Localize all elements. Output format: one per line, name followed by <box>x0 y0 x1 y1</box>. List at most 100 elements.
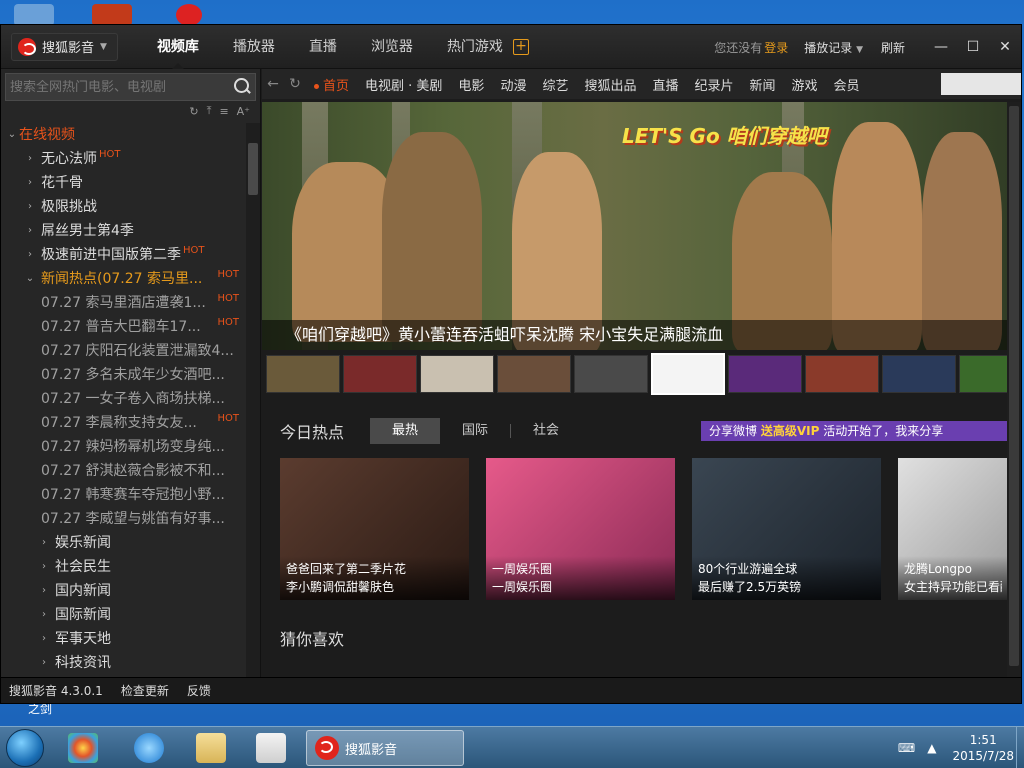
app-menu-button[interactable]: 搜狐影音 ▼ <box>11 32 118 61</box>
refresh-button[interactable]: 刷新 <box>881 39 905 56</box>
tree-item-news-hot[interactable]: ⌄ 新闻热点(07.27 索马里... HOT <box>1 267 245 291</box>
desktop-icon-computer[interactable] <box>14 4 54 26</box>
tree-item-label: 屌丝男士第4季 <box>41 223 134 239</box>
news-item[interactable]: 07.27 韩寒赛车夺冠抱小野... <box>1 483 245 507</box>
show-desktop-button[interactable] <box>1016 727 1024 768</box>
back-arrow-icon[interactable]: ← <box>262 76 284 92</box>
hot-tab-international[interactable]: 国际 <box>440 418 510 444</box>
scrollbar-thumb[interactable] <box>248 143 258 195</box>
login-link[interactable]: 登录 <box>764 39 788 56</box>
keyboard-icon[interactable]: ⌨ <box>898 741 915 755</box>
maximize-icon[interactable]: ☐ <box>957 39 989 55</box>
video-card[interactable]: 龙腾Longpo 女主持异功能已看醉 <box>898 458 1008 600</box>
nav-tv-series[interactable]: 电视剧 · 美剧 <box>357 75 450 94</box>
tab-browser[interactable]: 浏览器 <box>354 25 430 69</box>
news-item[interactable]: 07.27 多名未成年少女酒吧... <box>1 363 245 387</box>
sort-icon[interactable]: ≡ <box>219 105 228 118</box>
hero-thumbnail-active[interactable] <box>651 353 725 395</box>
news-item[interactable]: 07.27 辣妈杨幂机场变身纯... <box>1 435 245 459</box>
video-card[interactable]: 一周娱乐圈 一周娱乐圈 <box>486 458 675 600</box>
nav-live[interactable]: 直播 <box>644 75 686 94</box>
news-item[interactable]: 07.27 索马里酒店遭袭1... HOT <box>1 291 245 315</box>
tray-expand-icon[interactable]: ▲ <box>927 741 936 755</box>
taskbar-icon-explorer[interactable] <box>196 733 226 763</box>
video-card[interactable]: 80个行业游遍全球 最后赚了2.5万英镑 <box>692 458 881 600</box>
news-item[interactable]: 07.27 一女子卷入商场扶梯... <box>1 387 245 411</box>
desktop-icon-game[interactable] <box>92 4 132 26</box>
tree-root-online-video[interactable]: ⌄ 在线视频 <box>1 123 245 147</box>
taskbar-task-sohu[interactable]: 搜狐影音 <box>306 730 464 766</box>
clock[interactable]: 1:51 2015/7/28 <box>952 732 1014 764</box>
nav-anime[interactable]: 动漫 <box>492 75 534 94</box>
video-card-caption: 爸爸回来了第二季片花 李小鹏调侃甜馨肤色 <box>280 556 469 600</box>
nav-news[interactable]: 新闻 <box>742 75 784 94</box>
search-input[interactable] <box>6 79 229 95</box>
hero-thumbnail[interactable] <box>805 355 879 393</box>
font-size-icon[interactable]: A⁺ <box>237 105 250 118</box>
tab-live[interactable]: 直播 <box>292 25 354 69</box>
nav-sohu-originals[interactable]: 搜狐出品 <box>576 75 644 94</box>
hero-thumbnail[interactable] <box>728 355 802 393</box>
desktop-icon-sohu[interactable] <box>176 4 202 26</box>
tree-item[interactable]: › 极速前进中国版第二季 HOT <box>1 243 245 267</box>
hot-tab-society[interactable]: 社会 <box>511 418 581 444</box>
reload-icon[interactable]: ↻ <box>189 105 198 118</box>
tree-item[interactable]: › 极限挑战 <box>1 195 245 219</box>
nav-games[interactable]: 游戏 <box>784 75 826 94</box>
hero-thumbnail[interactable] <box>343 355 417 393</box>
news-item[interactable]: 07.27 李威望与姚笛有好事... <box>1 507 245 531</box>
hero-banner[interactable]: LET'S Go 咱们穿越吧 《咱们穿越吧》黄小蕾连吞活蛆吓呆沈腾 宋小宝失足满… <box>262 102 1021 350</box>
reload-icon[interactable]: ↻ <box>284 76 306 92</box>
history-menu[interactable]: 播放记录 ▼ <box>804 39 863 56</box>
nav-movies[interactable]: 电影 <box>450 75 492 94</box>
minimize-icon[interactable]: — <box>925 39 957 55</box>
news-item[interactable]: 07.27 庆阳石化装置泄漏致4... <box>1 339 245 363</box>
video-card[interactable]: 爸爸回来了第二季片花 李小鹏调侃甜馨肤色 <box>280 458 469 600</box>
taskbar-task-label: 搜狐影音 <box>345 742 398 758</box>
hero-thumbnail[interactable] <box>266 355 340 393</box>
hero-thumbnail[interactable] <box>420 355 494 393</box>
sub-category-item[interactable]: › 国内新闻 <box>1 579 245 603</box>
check-update-link[interactable]: 检查更新 <box>121 682 169 699</box>
sidebar-scrollbar[interactable] <box>246 123 260 679</box>
nav-vip[interactable]: 会员 <box>826 75 868 94</box>
tab-hot-games[interactable]: 热门游戏 <box>430 25 507 69</box>
tree-item[interactable]: › 屌丝男士第4季 <box>1 219 245 243</box>
top-icon[interactable]: ⤒ <box>207 104 212 118</box>
promo-banner[interactable]: 分享微博 送高级VIP 活动开始了，我来分享 <box>701 421 1021 441</box>
sub-category-item[interactable]: › 娱乐新闻 <box>1 531 245 555</box>
tab-player[interactable]: 播放器 <box>216 25 292 69</box>
news-item[interactable]: 07.27 普吉大巴翻车17... HOT <box>1 315 245 339</box>
hero-thumbnail[interactable] <box>574 355 648 393</box>
scrollbar-thumb[interactable] <box>1009 106 1019 666</box>
search-icon[interactable] <box>229 74 255 100</box>
tab-video-library[interactable]: 视频库 <box>140 25 216 69</box>
hot-tab-hottest[interactable]: 最热 <box>370 418 441 444</box>
taskbar-icon-ie[interactable] <box>134 733 164 763</box>
sub-category-item[interactable]: › 科技资讯 <box>1 651 245 675</box>
hero-thumbnail[interactable] <box>497 355 571 393</box>
news-item-label: 07.27 舒淇赵薇合影被不和... <box>41 463 225 479</box>
nav-variety[interactable]: 综艺 <box>534 75 576 94</box>
close-icon[interactable]: ✕ <box>989 39 1021 55</box>
taskbar-icon-media[interactable] <box>256 733 286 763</box>
hero-thumbnail[interactable] <box>882 355 956 393</box>
chevron-down-icon: ⌄ <box>7 129 17 140</box>
nav-home[interactable]: 首页 <box>306 75 357 94</box>
sub-category-item[interactable]: › 军事天地 <box>1 627 245 651</box>
content-scrollbar[interactable] <box>1007 102 1021 679</box>
nav-search-input[interactable] <box>941 73 1021 95</box>
taskbar-icon-library[interactable] <box>68 733 98 763</box>
tree-item[interactable]: › 花千骨 <box>1 171 245 195</box>
start-button[interactable] <box>6 729 44 767</box>
video-card-line2: 最后赚了2.5万英镑 <box>698 580 802 594</box>
sub-category-item[interactable]: › 社会民生 <box>1 555 245 579</box>
add-tab-icon[interactable]: + <box>512 38 529 55</box>
feedback-link[interactable]: 反馈 <box>187 682 211 699</box>
nav-documentary[interactable]: 纪录片 <box>687 75 742 94</box>
sub-category-item[interactable]: › 国际新闻 <box>1 603 245 627</box>
news-item[interactable]: 07.27 舒淇赵薇合影被不和... <box>1 459 245 483</box>
sub-category-label: 国际新闻 <box>55 607 111 623</box>
news-item[interactable]: 07.27 李晨称支持女友... HOT <box>1 411 245 435</box>
tree-item[interactable]: › 无心法师 HOT <box>1 147 245 171</box>
